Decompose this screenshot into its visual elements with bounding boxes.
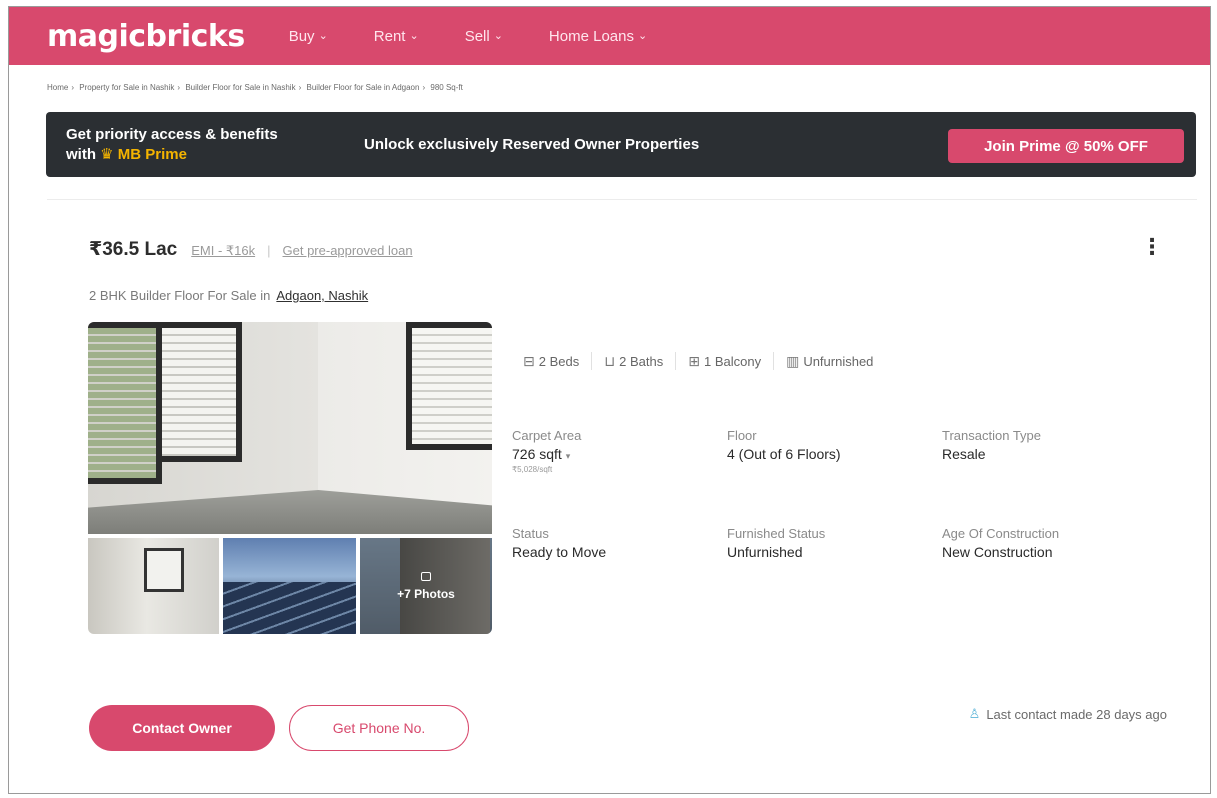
amenity-furnishing: ▥ Unfurnished: [786, 352, 874, 369]
price-row: ₹36.5 Lac EMI - ₹16k | Get pre-approved …: [89, 239, 413, 260]
amenity-balcony: ⊞ 1 Balcony: [688, 352, 762, 369]
furnishing-icon: ▥: [786, 352, 800, 369]
magicbricks-logo[interactable]: magicbricks: [47, 19, 245, 54]
spec-age-of-construction: Age Of Construction New Construction: [942, 526, 1060, 560]
listing-title: 2 BHK Builder Floor For Sale in Adgaon, N…: [89, 288, 369, 303]
photo-thumbnail-more[interactable]: +7 Photos: [360, 538, 492, 634]
top-nav: magicbricks Buy ⌄ Rent ⌄ Sell ⌄ Home Loans ⌄: [9, 7, 1210, 65]
breadcrumb: Home › Property for Sale in Nashik › Build…: [47, 83, 463, 92]
spec-carpet-area: Carpet Area 726 sqft ▾ ₹5,028/sqft: [512, 428, 582, 474]
user-icon: ♙: [968, 706, 981, 721]
camera-icon: [421, 571, 431, 581]
prime-tagline: Get priority access & benefits with ♛ MB…: [66, 125, 278, 163]
prime-message: Unlock exclusively Reserved Owner Proper…: [364, 136, 700, 153]
more-photos-label: +7 Photos: [397, 586, 455, 601]
chevron-down-icon: ⌄: [318, 29, 328, 42]
amenity-beds: ⊟ 2 Beds: [523, 352, 580, 369]
get-phone-button[interactable]: Get Phone No.: [289, 705, 469, 751]
breadcrumb-builder-floor-nashik[interactable]: Builder Floor for Sale in Nashik: [185, 83, 295, 92]
spec-status: Status Ready to Move: [512, 526, 607, 560]
photo-thumbnail[interactable]: [223, 538, 356, 634]
main-photo[interactable]: [88, 322, 492, 534]
mb-prime-brand: MB Prime: [117, 145, 187, 163]
breadcrumb-current: 980 Sq-ft: [430, 83, 463, 92]
window-graphic: [406, 322, 492, 450]
chevron-down-icon[interactable]: ▾: [566, 451, 571, 461]
bed-icon: ⊟: [523, 352, 535, 369]
emi-link[interactable]: EMI - ₹16k: [191, 243, 255, 259]
nav-home-loans[interactable]: Home Loans ⌄: [549, 28, 647, 45]
nav-rent[interactable]: Rent ⌄: [374, 28, 419, 45]
more-options-icon[interactable]: ⋮: [1141, 236, 1163, 258]
amenity-baths: ⊔ 2 Baths: [604, 352, 664, 369]
breadcrumb-home[interactable]: Home: [47, 83, 68, 92]
chevron-down-icon: ⌄: [493, 29, 503, 42]
last-contact-info: ♙ Last contact made 28 days ago: [968, 706, 1167, 722]
location-link[interactable]: Adgaon, Nashik: [276, 288, 368, 303]
spec-furnished-status: Furnished Status Unfurnished: [727, 526, 826, 560]
page-frame: magicbricks Buy ⌄ Rent ⌄ Sell ⌄ Home Loans ⌄…: [8, 6, 1211, 794]
pre-approved-loan-link[interactable]: Get pre-approved loan: [283, 243, 413, 258]
price: ₹36.5 Lac: [89, 239, 178, 260]
nav-sell[interactable]: Sell ⌄: [465, 28, 503, 45]
chevron-down-icon: ⌄: [637, 29, 648, 42]
breadcrumb-nashik-sale[interactable]: Property for Sale in Nashik: [79, 83, 174, 92]
bath-icon: ⊔: [604, 352, 616, 369]
contact-owner-button[interactable]: Contact Owner: [89, 705, 275, 751]
window-graphic: [88, 322, 242, 484]
prime-banner: Get priority access & benefits with ♛ MB…: [46, 112, 1196, 177]
photo-thumbnail[interactable]: [88, 538, 219, 634]
chevron-down-icon: ⌄: [409, 29, 419, 42]
join-prime-button[interactable]: Join Prime @ 50% OFF: [948, 129, 1184, 163]
balcony-icon: ⊞: [688, 352, 700, 369]
spec-transaction-type: Transaction Type Resale: [942, 428, 1041, 462]
crown-icon: ♛: [100, 145, 114, 163]
breadcrumb-builder-floor-adgaon[interactable]: Builder Floor for Sale in Adgaon: [307, 83, 420, 92]
amenities-row: ⊟ 2 Beds ⊔ 2 Baths ⊞ 1 Balcony ▥ Unfurnished: [523, 352, 873, 370]
nav-buy[interactable]: Buy ⌄: [289, 28, 328, 45]
property-card: ₹36.5 Lac EMI - ₹16k | Get pre-approved …: [47, 199, 1197, 784]
spec-floor: Floor 4 (Out of 6 Floors): [727, 428, 841, 462]
